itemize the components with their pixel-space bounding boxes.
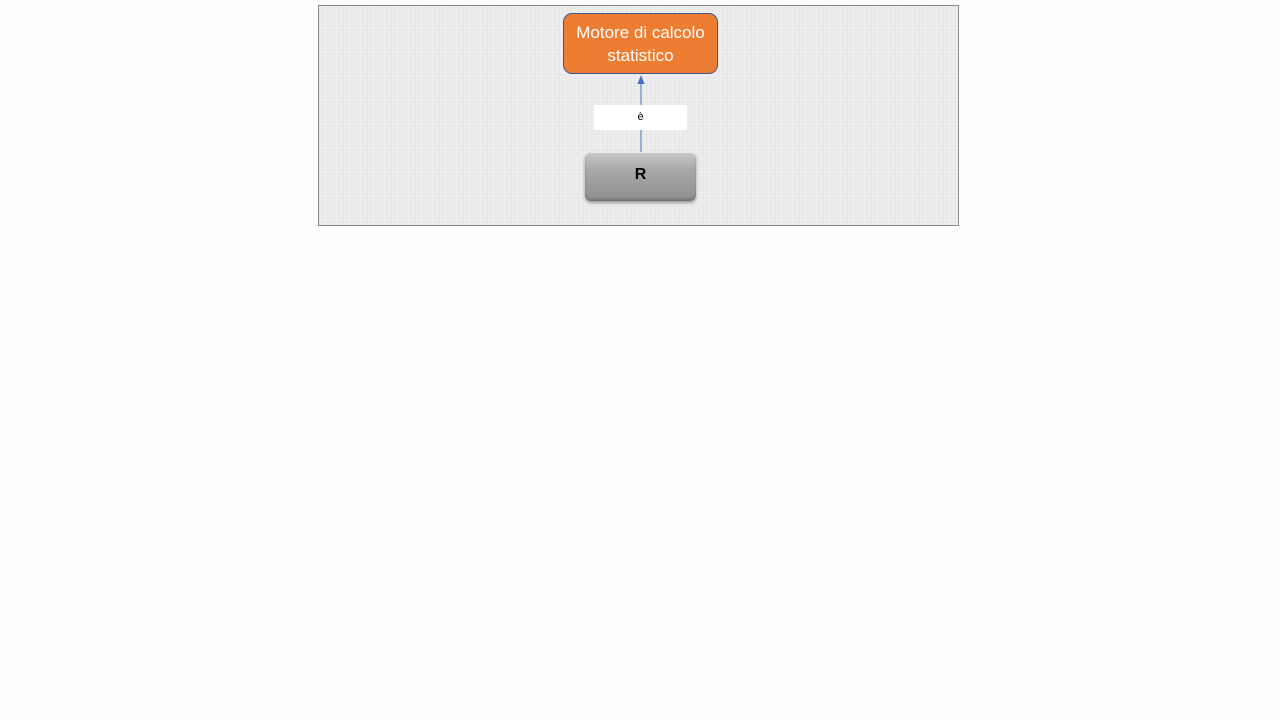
diagram-canvas: Motore di calcolo statistico è R <box>318 5 959 226</box>
node-motore-label: Motore di calcolo statistico <box>576 22 705 65</box>
node-r-label: R <box>634 166 647 183</box>
node-motore-di-calcolo-statistico[interactable]: Motore di calcolo statistico <box>563 13 718 74</box>
edge-label: è <box>594 105 687 130</box>
edge-arrowhead <box>637 75 645 84</box>
node-r[interactable]: R <box>585 152 696 201</box>
